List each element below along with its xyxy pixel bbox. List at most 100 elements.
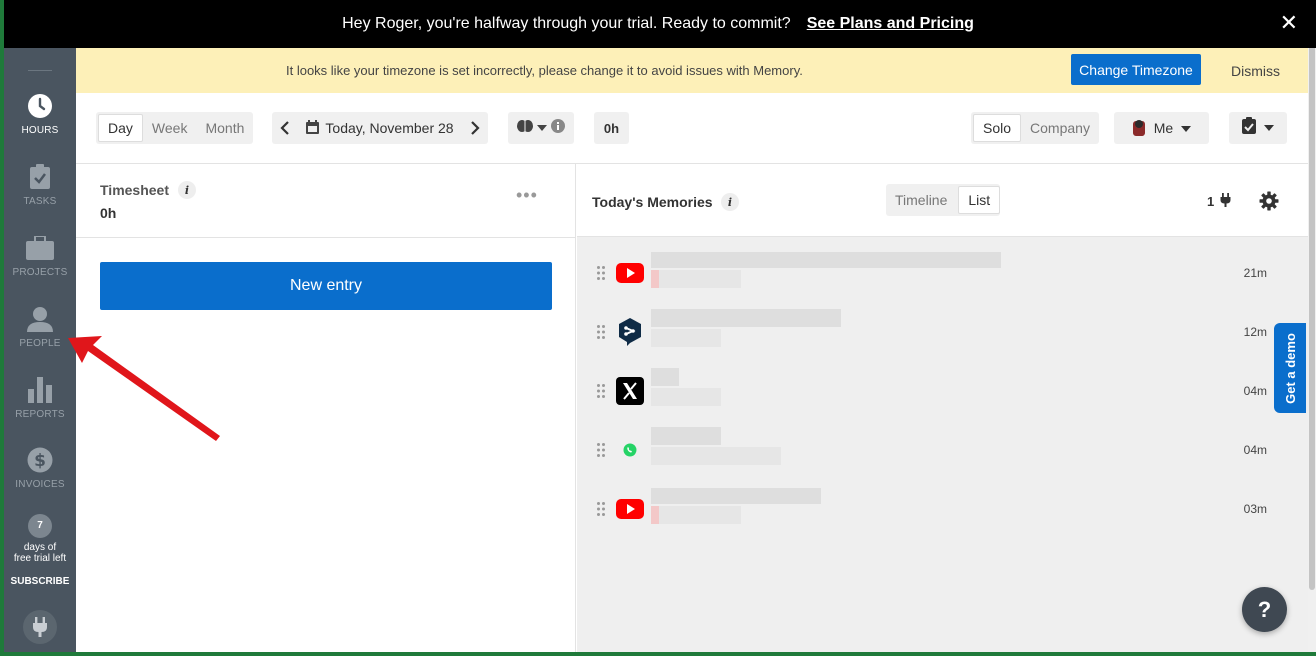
timezone-warning-bar: It looks like your timezone is set incor… [76, 48, 1308, 93]
list-view-button[interactable]: List [958, 186, 1001, 214]
info-icon[interactable]: i [178, 181, 196, 204]
memory-row[interactable]: 03m [577, 480, 1308, 538]
drag-handle-icon[interactable] [597, 443, 605, 462]
sidebar-item-tasks[interactable]: TASKS [4, 163, 76, 225]
clipboard-check-icon [26, 163, 54, 191]
plug-icon[interactable] [23, 610, 57, 644]
plug-icon [1220, 193, 1231, 210]
trial-days-text-1: days of [23, 542, 57, 553]
total-hours: 0h [594, 112, 629, 144]
info-icon[interactable]: i [721, 193, 739, 216]
user-dropdown[interactable]: Me [1114, 112, 1209, 144]
subscribe-link[interactable]: SUBSCRIBE [4, 576, 76, 587]
redacted-title [651, 488, 821, 504]
svg-text:$: $ [34, 451, 46, 471]
sidebar-item-label: INVOICES [15, 479, 65, 490]
sidebar-item-hours[interactable]: HOURS [4, 92, 76, 154]
mode-company-button[interactable]: Company [1021, 114, 1099, 142]
timeline-view-button[interactable]: Timeline [886, 186, 956, 214]
memories-header: Today's Memories i Timeline List 1 [577, 164, 1308, 237]
get-demo-tab[interactable]: Get a demo [1274, 323, 1306, 413]
trial-days-text-2: free trial left [13, 553, 67, 564]
mode-solo-button[interactable]: Solo [973, 114, 1022, 142]
see-plans-link[interactable]: See Plans and Pricing [807, 15, 974, 33]
memory-duration: 03m [1243, 502, 1267, 516]
clipboard-check-icon [1242, 117, 1256, 139]
sidebar-item-reports[interactable]: REPORTS [4, 376, 76, 438]
close-banner-icon[interactable]: ✕ [1280, 12, 1298, 34]
trial-banner-message: Hey Roger, you're halfway through your t… [342, 15, 791, 32]
redacted-subtitle [651, 329, 721, 347]
date-picker[interactable]: Today, November 28 [298, 119, 462, 137]
redacted-title [651, 309, 841, 327]
drag-handle-icon[interactable] [597, 384, 605, 403]
sidebar-item-people[interactable]: PEOPLE [4, 305, 76, 367]
memory-duration: 04m [1243, 443, 1267, 457]
memory-filter-dropdown[interactable] [508, 112, 574, 144]
memory-row[interactable]: 04m [577, 362, 1308, 420]
memories-panel: Today's Memories i Timeline List 1 21m 1… [577, 164, 1308, 652]
memories-view-switcher: Timeline List [886, 184, 1001, 216]
redacted-marker [651, 270, 659, 288]
memory-duration: 04m [1243, 384, 1267, 398]
memory-row[interactable]: 04m [577, 421, 1308, 479]
view-day-button[interactable]: Day [98, 114, 143, 142]
page-scrollbar[interactable] [1308, 0, 1316, 656]
task-dropdown[interactable] [1229, 112, 1287, 144]
redacted-subtitle [651, 388, 721, 406]
sidebar-item-projects[interactable]: PROJECTS [4, 234, 76, 296]
calendar-icon [306, 119, 320, 137]
gear-icon[interactable] [1259, 191, 1279, 216]
redacted-subtitle [651, 506, 741, 524]
dollar-icon: $ [26, 446, 54, 474]
next-day-icon[interactable] [462, 114, 488, 142]
redacted-title [651, 368, 679, 386]
x-twitter-icon [616, 377, 644, 405]
help-button[interactable]: ? [1242, 587, 1287, 632]
bar-chart-icon [26, 376, 54, 404]
hours-toolbar: Day Week Month Today, November 28 0h Sol [76, 93, 1308, 164]
sidebar-item-invoices[interactable]: $ INVOICES [4, 446, 76, 508]
dismiss-button[interactable]: Dismiss [1231, 63, 1280, 79]
timesheet-hours: 0h [100, 205, 117, 221]
current-date: Today, November 28 [325, 120, 454, 136]
window-frame-bottom [0, 652, 1316, 656]
sidebar-item-label: PEOPLE [19, 338, 61, 349]
view-week-button[interactable]: Week [143, 114, 197, 142]
get-demo-label: Get a demo [1282, 332, 1298, 404]
sidebar-item-label: REPORTS [15, 409, 65, 420]
memory-row[interactable]: 12m [577, 303, 1308, 361]
chevron-down-icon [1264, 119, 1274, 137]
sidebar-item-label: PROJECTS [12, 267, 68, 278]
brain-icon [517, 119, 533, 138]
scrollbar-thumb[interactable] [1309, 20, 1315, 590]
redacted-title [651, 252, 1001, 268]
drag-handle-icon[interactable] [597, 266, 605, 285]
youtube-icon [616, 495, 644, 523]
chevron-down-icon [537, 119, 547, 137]
memory-row[interactable]: 21m [577, 244, 1308, 302]
new-entry-button[interactable]: New entry [100, 262, 552, 310]
trial-banner: Hey Roger, you're halfway through your t… [0, 0, 1316, 48]
whatsapp-icon [616, 436, 644, 464]
view-month-button[interactable]: Month [196, 114, 253, 142]
redacted-subtitle [651, 447, 781, 465]
more-options-icon[interactable]: ••• [516, 186, 538, 204]
trial-days-count: 7 [28, 514, 52, 538]
chevron-down-icon [1181, 120, 1192, 136]
memories-title: Today's Memories [592, 194, 713, 210]
change-timezone-button[interactable]: Change Timezone [1071, 54, 1201, 85]
trial-days-left: 7 days of free trial left [4, 514, 76, 564]
sidebar-divider [28, 70, 52, 71]
previous-day-icon[interactable] [272, 114, 298, 142]
connected-count-value: 1 [1207, 194, 1215, 209]
timesheet-panel: Timesheet i 0h ••• New entry [76, 164, 576, 652]
drag-handle-icon[interactable] [597, 502, 605, 521]
avatar [1132, 118, 1146, 139]
connected-apps-count[interactable]: 1 [1207, 193, 1231, 210]
deepl-icon [616, 318, 644, 346]
redacted-subtitle [651, 270, 741, 288]
mode-switcher: Solo Company [971, 112, 1099, 144]
sidebar-item-label: TASKS [23, 196, 57, 207]
drag-handle-icon[interactable] [597, 325, 605, 344]
